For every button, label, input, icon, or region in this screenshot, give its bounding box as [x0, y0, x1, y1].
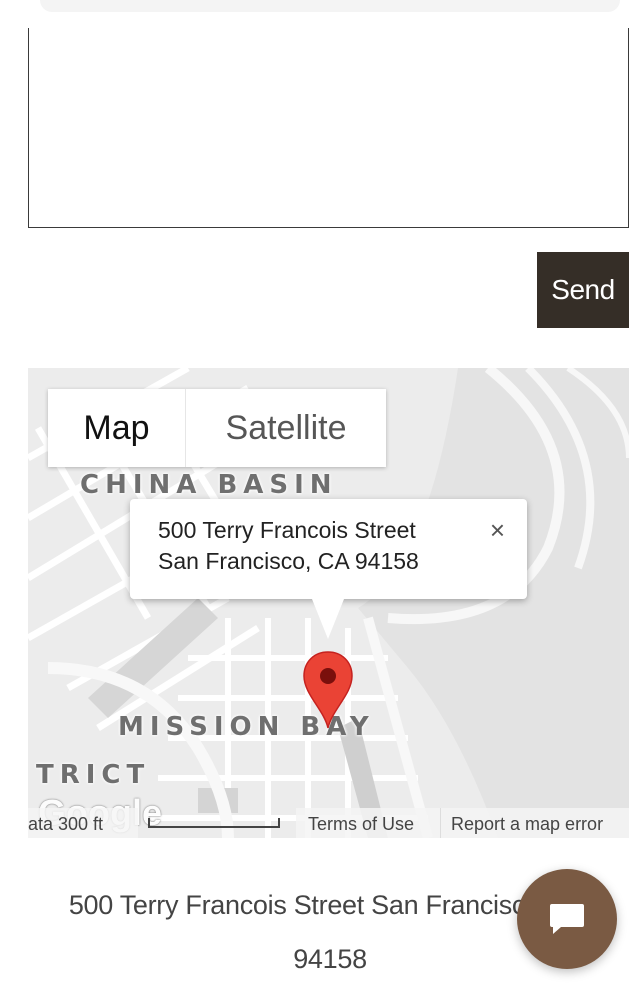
satellite-view-button[interactable]: Satellite [186, 389, 386, 467]
previous-field-edge [40, 0, 620, 12]
area-label-district-fragment: TRICT [36, 760, 151, 790]
map-info-window: 500 Terry Francois Street San Francisco,… [130, 499, 527, 639]
map-embed[interactable]: Map Satellite CHINA BASIN MISSION BAY TR… [28, 368, 629, 838]
chat-button[interactable] [517, 869, 617, 969]
send-button[interactable]: Send [537, 252, 629, 328]
map-type-control: Map Satellite [48, 389, 386, 467]
info-window-city: San Francisco, CA 94158 [158, 548, 419, 574]
map-data-attribution: ata 300 ft [28, 808, 138, 838]
report-map-error-link[interactable]: Report a map error [440, 808, 629, 838]
terms-of-use-link[interactable]: Terms of Use [296, 808, 440, 838]
chat-bubble-icon [550, 904, 584, 934]
map-scale-bar [148, 818, 280, 828]
close-icon[interactable]: × [490, 517, 505, 543]
map-pin-icon[interactable] [302, 650, 354, 735]
area-label-china-basin: CHINA BASIN [80, 470, 338, 500]
map-footer: ata 300 ft Terms of Use Report a map err… [28, 808, 629, 838]
map-view-button[interactable]: Map [48, 389, 186, 467]
info-window-street: 500 Terry Francois Street [158, 517, 416, 543]
message-textarea[interactable] [28, 28, 629, 228]
